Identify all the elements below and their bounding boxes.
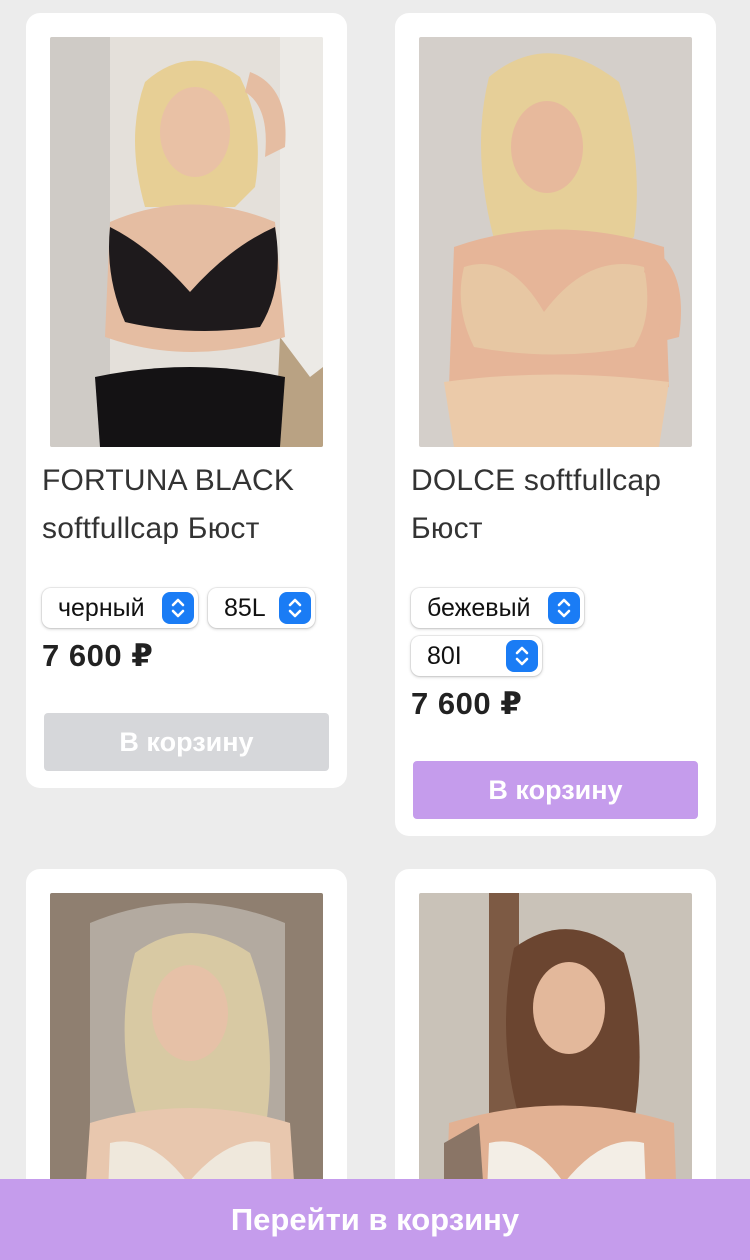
add-to-cart-button[interactable]: В корзину	[413, 761, 698, 819]
product-title[interactable]: FORTUNA BLACK softfullcap Бюст	[42, 457, 342, 553]
product-price: 7 600 ₽	[411, 686, 523, 721]
product-card: FORTUNA BLACK softfullcap Бюст черный 85…	[26, 13, 347, 788]
product-grid-page: FORTUNA BLACK softfullcap Бюст черный 85…	[0, 0, 750, 1260]
product-title[interactable]: DOLCE softfullcap Бюст	[411, 457, 711, 553]
product-photo[interactable]	[50, 37, 323, 447]
product-title-line2: softfullcap Бюст	[42, 512, 260, 545]
product-photo[interactable]	[419, 37, 692, 447]
color-select[interactable]: черный	[42, 588, 198, 628]
product-card: DOLCE softfullcap Бюст бежевый 80I 7 600…	[395, 13, 716, 836]
product-title-line1: FORTUNA BLACK	[42, 464, 295, 497]
size-select[interactable]: 80I	[411, 636, 542, 676]
product-title-line1: DOLCE softfullcap	[411, 464, 662, 497]
color-select[interactable]: бежевый	[411, 588, 584, 628]
go-to-cart-button[interactable]: Перейти в корзину	[0, 1179, 750, 1260]
chevron-updown-icon	[162, 592, 194, 624]
chevron-updown-icon	[548, 592, 580, 624]
size-select[interactable]: 85L	[208, 588, 315, 628]
chevron-updown-icon	[279, 592, 311, 624]
product-price: 7 600 ₽	[42, 638, 154, 673]
add-to-cart-button[interactable]: В корзину	[44, 713, 329, 771]
chevron-updown-icon	[506, 640, 538, 672]
product-title-line2: Бюст	[411, 512, 483, 545]
